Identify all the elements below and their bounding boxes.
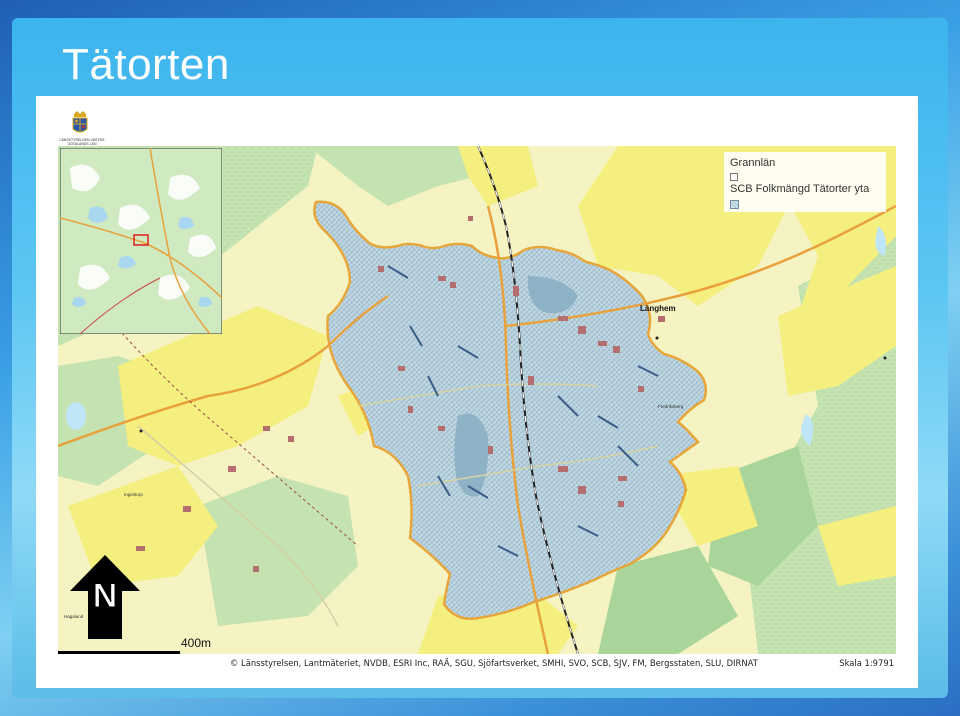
marker-3	[139, 429, 143, 433]
north-arrow-letter: N	[93, 577, 118, 615]
legend: Grannlän SCB Folkmängd Tätorter yta	[724, 152, 886, 212]
legend-title: Grannlän	[730, 157, 776, 169]
legend-swatch-tatorter	[730, 200, 739, 209]
label-ingestorp: Ingestorp	[124, 492, 143, 497]
water-w	[66, 402, 86, 430]
slide-title: Tätorten	[62, 40, 230, 89]
marker-1	[655, 336, 659, 340]
overview-inset-map[interactable]	[60, 148, 222, 334]
logo-text: LÄNSSTYRELSEN VÄSTRA GÖTALANDS LÄN	[59, 138, 105, 146]
label-fredriksberg: Fredriksberg	[658, 404, 684, 409]
label-langhem: Länghem	[640, 304, 676, 313]
scale-ratio: Skala 1:9791	[839, 658, 894, 668]
legend-subtitle: SCB Folkmängd Tätorter yta	[730, 183, 870, 195]
scale-bar	[58, 651, 180, 654]
scale-bar-label: 400m	[181, 636, 212, 650]
park-1	[454, 413, 489, 497]
attribution-text: © Länsstyrelsen, Lantmäteriet, NVDB, ESR…	[230, 658, 758, 668]
legend-swatch-grannlan	[730, 173, 738, 181]
north-arrow-icon: N	[70, 555, 140, 639]
marker-2	[883, 356, 887, 360]
